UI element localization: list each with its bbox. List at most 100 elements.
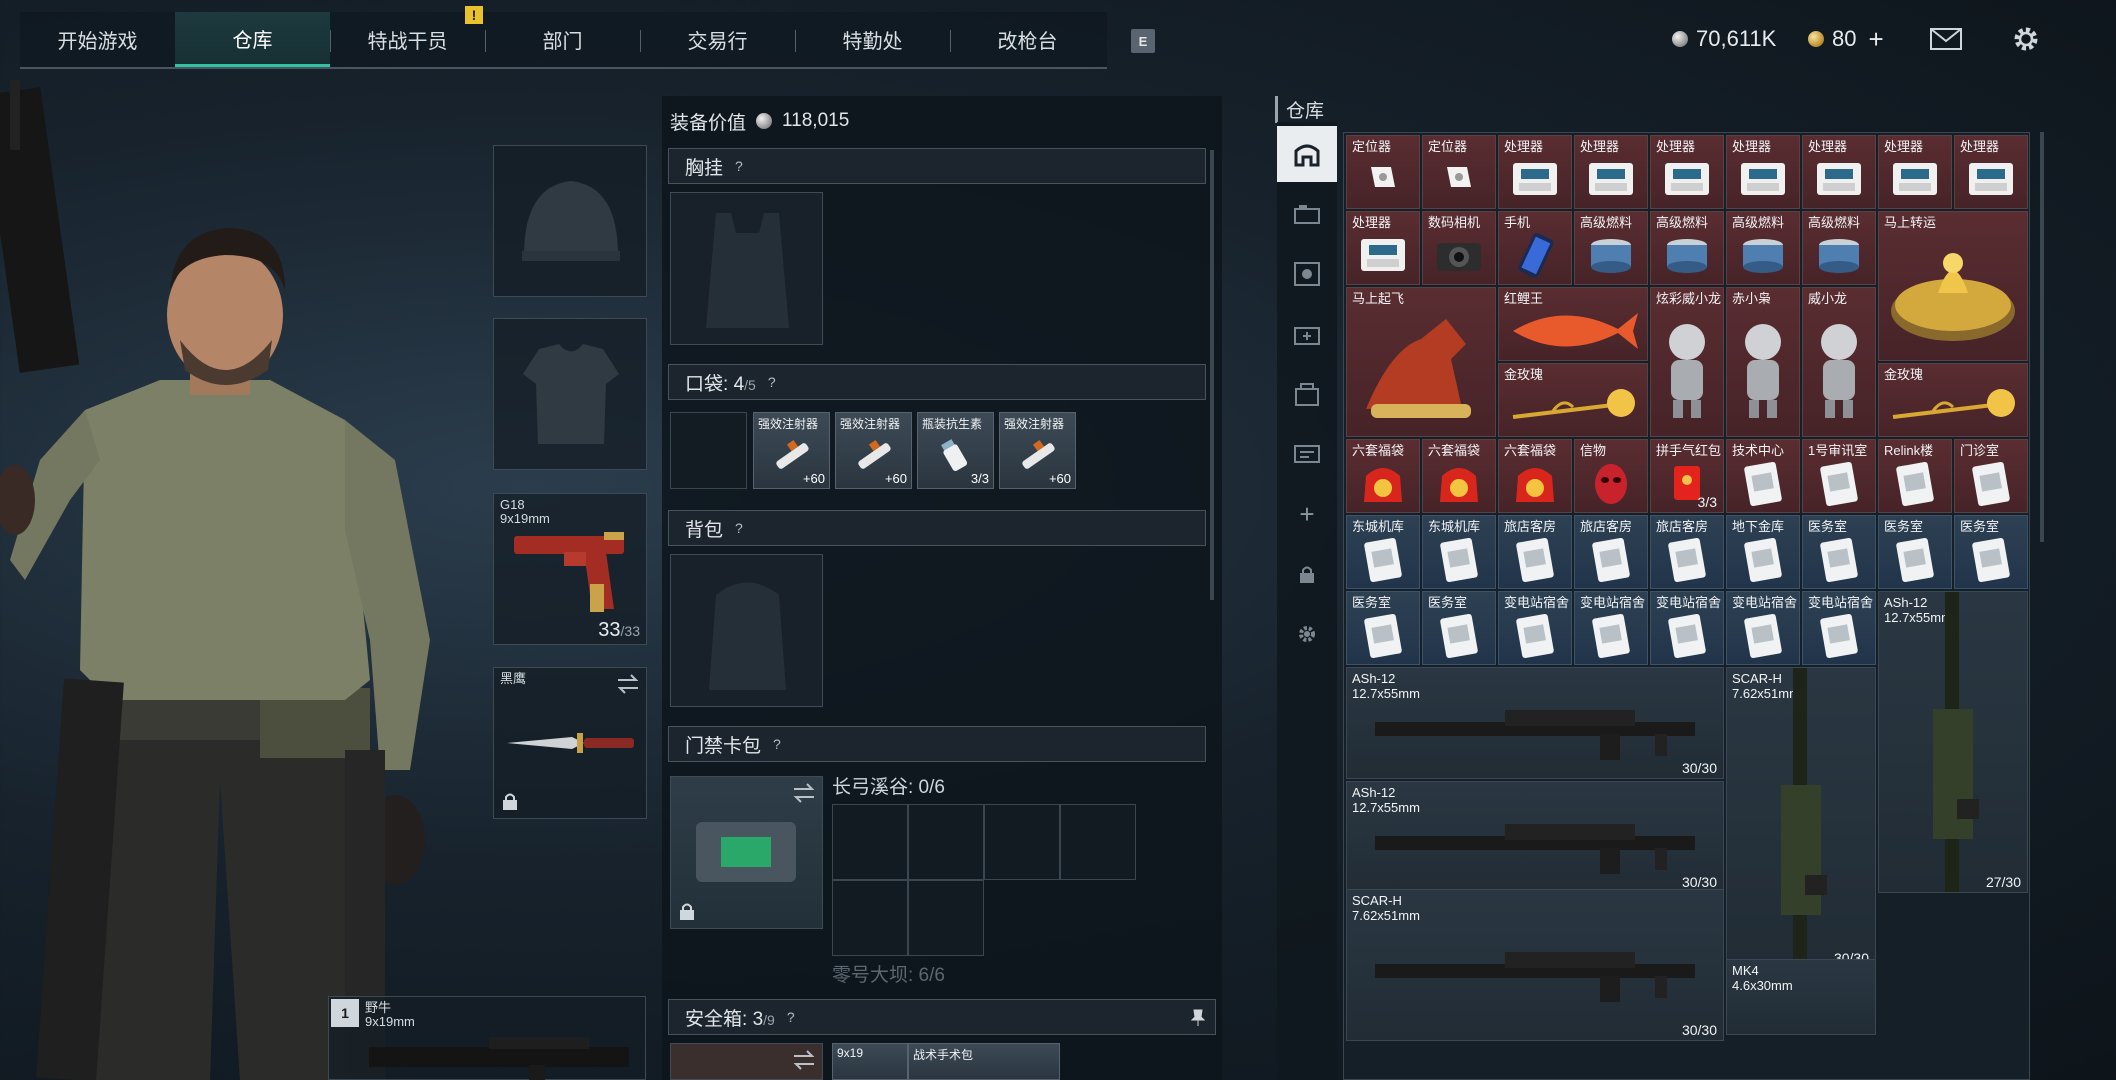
warehouse-item[interactable]: 地下金库 [1726, 515, 1800, 589]
pocket-item[interactable]: 强效注射器 +60 [999, 412, 1076, 489]
warehouse-item[interactable]: 医务室 [1954, 515, 2028, 589]
warehouse-item[interactable]: 技术中心 [1726, 439, 1800, 513]
help-icon[interactable]: ? [787, 1009, 795, 1025]
keycard-slot[interactable] [1060, 804, 1136, 880]
primary-weapon-slot[interactable]: 野牛 9x19mm 1 [328, 996, 646, 1080]
weapon-ash12[interactable]: ASh-12 12.7x55mm 30/30 [1346, 781, 1724, 893]
warehouse-scrollbar[interactable] [2040, 132, 2044, 542]
weapon-ash12[interactable]: ASh-12 12.7x55mm 30/30 [1346, 667, 1724, 779]
help-icon[interactable]: ? [735, 158, 743, 174]
warehouse-item[interactable]: 医务室 [1878, 515, 1952, 589]
add-currency-button[interactable]: + [1868, 24, 1883, 55]
armor-slot[interactable] [493, 318, 647, 470]
warehouse-item[interactable]: 马上转运 [1878, 211, 2028, 361]
settings-icon[interactable] [1277, 606, 1337, 662]
category-icon-3[interactable] [1277, 306, 1337, 362]
warehouse-item[interactable]: 处理器 [1650, 135, 1724, 209]
warehouse-item[interactable]: 六套福袋 [1422, 439, 1496, 513]
warehouse-item[interactable]: 处理器 [1498, 135, 1572, 209]
warehouse-item[interactable]: Relink楼 [1878, 439, 1952, 513]
warehouse-item[interactable]: 手机 [1498, 211, 1572, 285]
keycard-slot[interactable] [832, 804, 908, 880]
safebox-item[interactable]: 9x19 [832, 1043, 908, 1080]
swap-icon[interactable] [792, 783, 816, 803]
warehouse-item[interactable]: 旅店客房 [1650, 515, 1724, 589]
pocket-item[interactable]: 强效注射器 +60 [753, 412, 830, 489]
tab-warehouse[interactable]: 仓库 [175, 12, 330, 67]
help-icon[interactable]: ? [735, 520, 743, 536]
warehouse-item[interactable]: 处理器 [1726, 135, 1800, 209]
tab-department[interactable]: 部门 [485, 12, 640, 67]
warehouse-item[interactable]: 拼手气红包 3/3 [1650, 439, 1724, 513]
pocket-item[interactable]: 强效注射器 +60 [835, 412, 912, 489]
chest-rig-slot[interactable] [670, 192, 823, 345]
category-icon-2[interactable] [1277, 246, 1337, 302]
warehouse-item[interactable]: 1号审讯室 [1802, 439, 1876, 513]
warehouse-item[interactable]: 处理器 [1954, 135, 2028, 209]
backpack-slot[interactable] [670, 554, 823, 707]
category-icon-1[interactable] [1277, 186, 1337, 242]
lock-icon[interactable] [1277, 546, 1337, 602]
weapon-scarh[interactable]: SCAR-H 7.62x51mm 30/30 [1726, 667, 1876, 969]
warehouse-item[interactable]: 处理器 [1346, 211, 1420, 285]
keycard-slot[interactable] [908, 880, 984, 956]
category-icon-4[interactable] [1277, 366, 1337, 422]
melee-slot[interactable]: 黑鹰 [493, 667, 647, 819]
keycard-slot[interactable] [984, 804, 1060, 880]
swap-icon[interactable] [792, 1050, 816, 1070]
warehouse-item[interactable]: 高级燃料 [1574, 211, 1648, 285]
tab-special-ops[interactable]: 特勤处 [795, 12, 950, 67]
warehouse-item[interactable]: 金玫瑰 [1878, 363, 2028, 437]
warehouse-item[interactable]: 数码相机 [1422, 211, 1496, 285]
warehouse-item[interactable]: 医务室 [1802, 515, 1876, 589]
warehouse-item[interactable]: 旅店客房 [1574, 515, 1648, 589]
warehouse-item[interactable]: 金玫瑰 [1498, 363, 1648, 437]
warehouse-item[interactable]: 变电站宿舍 [1726, 591, 1800, 665]
weapon-scarh[interactable]: SCAR-H 7.62x51mm 30/30 [1346, 889, 1724, 1041]
warehouse-item[interactable]: 红鲤王 [1498, 287, 1648, 361]
warehouse-item[interactable]: 马上起飞 [1346, 287, 1496, 437]
pocket-slot-empty[interactable] [670, 412, 747, 489]
tab-operators[interactable]: 特战干员! [330, 6, 485, 67]
mail-icon[interactable] [1928, 22, 1964, 56]
warehouse-item[interactable]: 六套福袋 [1498, 439, 1572, 513]
warehouse-item[interactable]: 门诊室 [1954, 439, 2028, 513]
warehouse-item[interactable]: 变电站宿舍 [1650, 591, 1724, 665]
panel-scrollbar[interactable] [1210, 150, 1214, 600]
warehouse-item[interactable]: 旅店客房 [1498, 515, 1572, 589]
weapon-mk4[interactable]: MK4 4.6x30mm [1726, 959, 1876, 1035]
warehouse-item[interactable]: 定位器 [1422, 135, 1496, 209]
warehouse-item[interactable]: 高级燃料 [1726, 211, 1800, 285]
home-icon[interactable] [1277, 126, 1337, 182]
category-icon-5[interactable] [1277, 426, 1337, 482]
warehouse-item[interactable]: 高级燃料 [1650, 211, 1724, 285]
helmet-slot[interactable] [493, 145, 647, 297]
tab-gunsmith[interactable]: 改枪台 [950, 12, 1105, 67]
pocket-item[interactable]: 瓶装抗生素 3/3 [917, 412, 994, 489]
weapon-ash12[interactable]: ASh-12 12.7x55mm 27/30 [1878, 591, 2028, 893]
pistol-slot[interactable]: G18 9x19mm 33/33 [493, 493, 647, 645]
safebox-slot[interactable] [670, 1043, 823, 1080]
help-icon[interactable]: ? [768, 374, 776, 390]
warehouse-item[interactable]: 变电站宿舍 [1574, 591, 1648, 665]
warehouse-item[interactable]: 变电站宿舍 [1498, 591, 1572, 665]
warehouse-item[interactable]: 东城机库 [1346, 515, 1420, 589]
keycard-slot[interactable] [908, 804, 984, 880]
keycard-case-slot[interactable] [670, 776, 823, 929]
warehouse-item[interactable]: 定位器 [1346, 135, 1420, 209]
add-icon[interactable]: + [1277, 486, 1337, 542]
pin-icon[interactable] [1191, 1009, 1205, 1027]
gear-icon[interactable] [2008, 22, 2044, 56]
safebox-item[interactable]: 战术手术包 [908, 1043, 1060, 1080]
warehouse-item[interactable]: 东城机库 [1422, 515, 1496, 589]
warehouse-item[interactable]: 处理器 [1802, 135, 1876, 209]
warehouse-item[interactable]: 六套福袋 [1346, 439, 1420, 513]
tab-trade[interactable]: 交易行 [640, 12, 795, 67]
warehouse-item[interactable]: 处理器 [1878, 135, 1952, 209]
warehouse-item[interactable]: 赤小枭 [1726, 287, 1800, 437]
warehouse-item[interactable]: 炫彩威小龙 [1650, 287, 1724, 437]
hotkey-e[interactable]: E [1131, 29, 1155, 53]
warehouse-item[interactable]: 医务室 [1422, 591, 1496, 665]
warehouse-item[interactable]: 处理器 [1574, 135, 1648, 209]
warehouse-item[interactable]: 威小龙 [1802, 287, 1876, 437]
